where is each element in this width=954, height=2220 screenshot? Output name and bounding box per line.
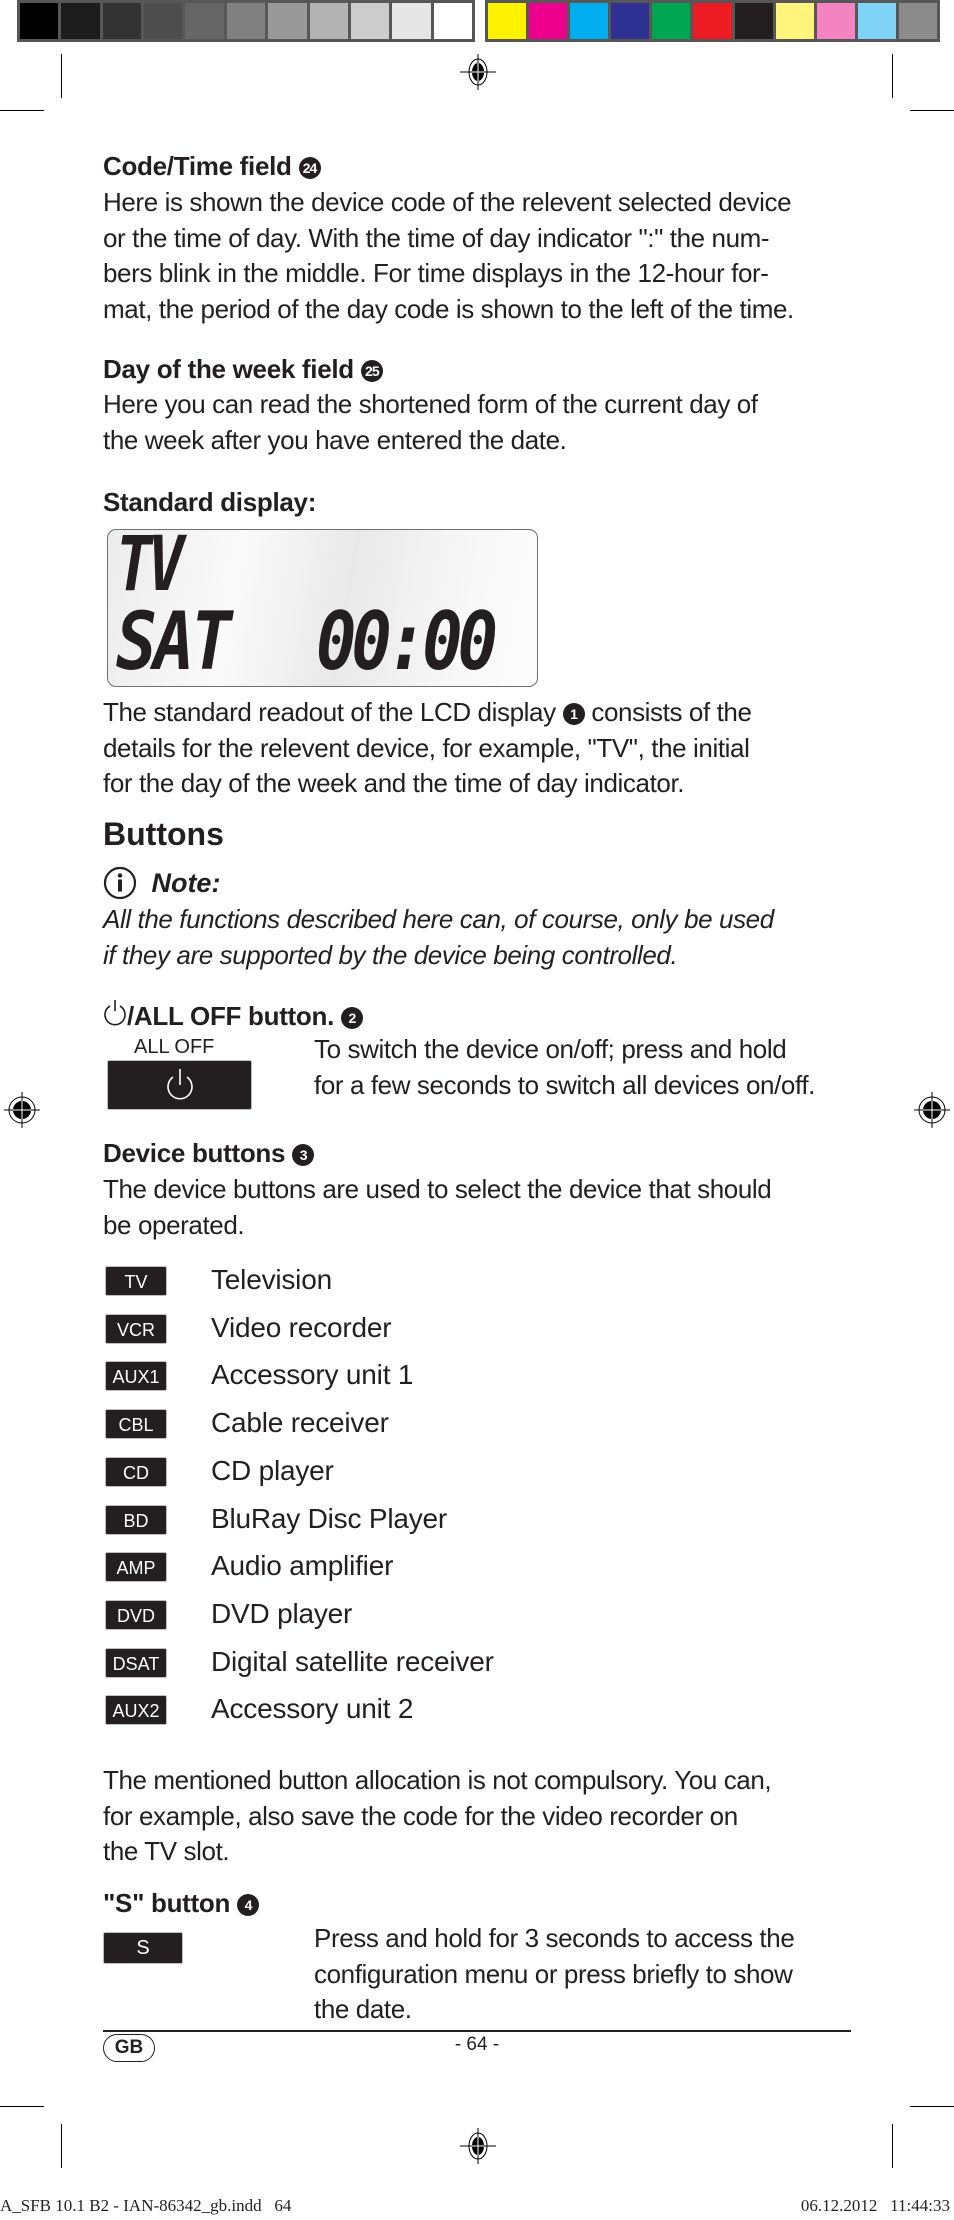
color-swatch: [611, 3, 650, 39]
color-swatch: [350, 3, 390, 39]
standard-display-description: The standard readout of the LCD display …: [103, 697, 752, 798]
color-swatch: [102, 3, 142, 39]
reference-number-badge: 25: [360, 360, 383, 382]
button-allocation-note: The mentioned button allocation is not c…: [103, 1765, 772, 1866]
device-label: Cable receiver: [211, 1407, 389, 1439]
device-key-illustration: TV: [105, 1266, 167, 1296]
lcd-device-field: TV: [116, 529, 184, 608]
color-swatch: [734, 3, 773, 39]
power-icon: [104, 1000, 126, 1026]
color-swatch: [570, 3, 609, 39]
note-header: Note:: [103, 866, 220, 900]
lcd-day-field: SAT: [116, 595, 232, 687]
reference-number-badge: 3: [292, 1144, 315, 1166]
lcd-time-field: 00:00: [316, 595, 498, 687]
crop-mark: [910, 2106, 954, 2107]
crop-mark: [892, 2124, 893, 2168]
section-heading-standard-display: Standard display:: [103, 487, 317, 517]
section-heading-buttons: Buttons: [103, 816, 224, 852]
registration-mark-icon: [460, 54, 496, 90]
device-label: DVD player: [211, 1597, 353, 1629]
device-key-illustration: CBL: [105, 1409, 167, 1440]
device-label: Digital satellite receiver: [211, 1645, 494, 1677]
section-heading-day-of-week: Day of the week field 25: [103, 354, 383, 384]
day-of-week-description: Here you can read the shortened form of …: [103, 389, 758, 455]
color-swatch: [268, 3, 307, 39]
power-icon: [166, 1069, 193, 1100]
device-key-illustration: AUX1: [105, 1361, 167, 1392]
all-off-description: To switch the device on/off; press and h…: [314, 1034, 815, 1100]
print-slug-timestamp: 06.12.2012 11:44:33: [800, 2196, 950, 2215]
note-title: Note:: [151, 867, 221, 898]
page-number: - 64 -: [454, 2034, 500, 2055]
section-heading-code-time: Code/Time field 24: [103, 151, 321, 181]
reference-number-badge: 4: [237, 1894, 260, 1916]
language-badge: GB: [103, 2034, 155, 2062]
s-key-illustration: S: [103, 1932, 183, 1964]
color-swatch: [144, 3, 183, 39]
color-swatch: [433, 3, 472, 39]
color-swatch: [857, 3, 896, 39]
color-swatch: [20, 3, 59, 39]
section-heading-all-off: /ALL OFF button. 2: [103, 999, 363, 1031]
section-heading-device-buttons: Device buttons 3: [103, 1138, 315, 1168]
reference-number-badge: 1: [562, 703, 585, 725]
crop-mark: [0, 2106, 44, 2107]
color-swatch: [309, 3, 348, 39]
grayscale-color-bar: [17, 0, 475, 42]
color-swatch: [529, 3, 568, 39]
color-swatch: [693, 3, 732, 39]
device-label: Audio amplifier: [211, 1550, 394, 1582]
device-label: Video recorder: [211, 1311, 392, 1343]
crop-mark: [910, 110, 954, 111]
color-swatch: [775, 3, 814, 39]
color-swatch: [61, 3, 100, 39]
device-label: Accessory unit 2: [211, 1693, 414, 1725]
device-label: Accessory unit 1: [211, 1359, 414, 1391]
registration-mark-icon: [460, 2128, 496, 2164]
crop-mark: [892, 54, 893, 98]
process-color-bar: [485, 0, 940, 42]
lcd-display-illustration: TV SAT 00:00: [107, 529, 538, 687]
device-label: CD player: [211, 1454, 334, 1486]
all-off-key-illustration: [107, 1060, 252, 1110]
color-swatch: [488, 3, 527, 39]
device-buttons-description: The device buttons are used to select th…: [103, 1174, 772, 1240]
reference-number-badge: 24: [298, 157, 321, 179]
all-off-key-label: ALL OFF: [134, 1036, 215, 1058]
device-key-illustration: BD: [105, 1504, 167, 1535]
color-swatch: [226, 3, 266, 39]
color-swatch: [898, 3, 938, 39]
device-label: Television: [211, 1264, 332, 1295]
crop-mark: [61, 54, 62, 98]
registration-mark-icon: [4, 1092, 40, 1128]
color-swatch: [392, 3, 431, 39]
color-swatch: [816, 3, 855, 39]
code-time-description: Here is shown the device code of the rel…: [103, 187, 794, 324]
device-key-illustration: DVD: [105, 1599, 167, 1630]
print-slug-filename: A_SFB 10.1 B2 - IAN-86342_gb.indd 64: [0, 2196, 292, 2215]
s-button-description: Press and hold for 3 seconds to access t…: [314, 1923, 795, 2024]
device-label: BluRay Disc Player: [211, 1502, 448, 1534]
reference-number-badge: 2: [340, 1007, 363, 1029]
device-key-illustration: CD: [105, 1456, 167, 1487]
info-icon: [103, 866, 137, 900]
device-key-illustration: AUX2: [105, 1695, 167, 1726]
crop-mark: [0, 110, 44, 111]
device-key-illustration: VCR: [105, 1313, 167, 1344]
color-swatch: [652, 3, 691, 39]
note-text: All the functions described here can, of…: [103, 904, 774, 970]
footer-rule: [103, 2030, 851, 2032]
device-key-illustration: AMP: [105, 1552, 167, 1583]
color-swatch: [185, 3, 224, 39]
section-heading-s-button: "S" button 4: [103, 1888, 260, 1918]
crop-mark: [61, 2124, 62, 2168]
device-key-illustration: DSAT: [105, 1647, 167, 1678]
